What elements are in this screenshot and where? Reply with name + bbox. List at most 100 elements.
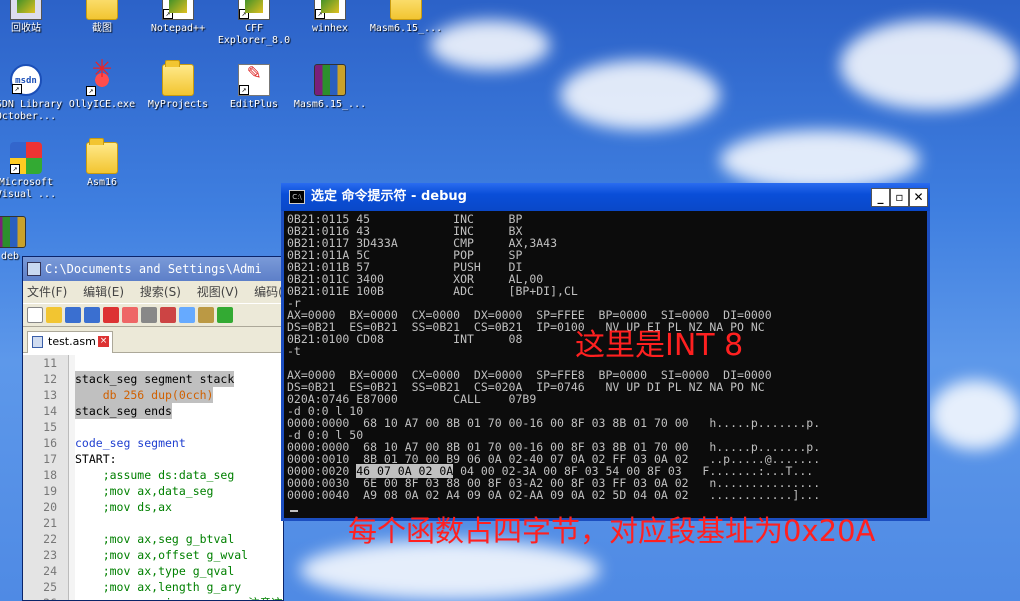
cff-explorer-icon: ↗ [238, 0, 270, 20]
folder-icon [162, 60, 194, 96]
desktop-icon-visual-studio[interactable]: ↗ Microsoft Visual ... [0, 142, 68, 201]
code-text: ;mov ax,type g_qval [75, 564, 235, 578]
menu-edit[interactable]: 编辑(E) [83, 285, 124, 299]
notepad-titlebar[interactable]: C:\Documents and Settings\Admi [23, 257, 283, 281]
code-text: ;mov ax,length g_ary [75, 580, 242, 594]
console-output[interactable]: 0B21:0115 45 INC BP 0B21:0116 43 INC BX 0B… [287, 213, 927, 518]
code-line[interactable]: 22 ;mov ax,seg g_btval [23, 531, 283, 547]
icon-label: winhex [311, 23, 349, 34]
icon-label: Notepad++ [150, 23, 206, 34]
line-number: 25 [43, 580, 57, 594]
code-text: code_seg segment [75, 436, 186, 450]
line-number: 23 [43, 548, 57, 562]
menu-file[interactable]: 文件(F) [27, 285, 67, 299]
notepad-tabbar: test.asm × [23, 327, 283, 353]
desktop-icon-screenshots[interactable]: 截图 [60, 0, 144, 35]
code-line[interactable]: 12 stack_seg segment stack [23, 371, 283, 387]
console-titlebar[interactable]: C:\ 选定 命令提示符 - debug _ ▫ ✕ [281, 183, 930, 211]
code-line[interactable]: 11 [23, 355, 283, 371]
line-number: 16 [43, 436, 57, 450]
console-line: -t [287, 344, 301, 358]
menu-view[interactable]: 视图(V) [197, 285, 239, 299]
code-text: ;mov ax,size g_ary ;注意这里的语法是 size 而不是 le… [75, 595, 283, 600]
folder-icon [86, 0, 118, 20]
code-line[interactable]: 20 ;mov ds,ax [23, 499, 283, 515]
line-number: 21 [43, 516, 57, 530]
menu-encoding[interactable]: 编码(N [254, 285, 283, 299]
cut-icon[interactable] [160, 307, 176, 323]
close-file-icon[interactable] [103, 307, 119, 323]
winhex-icon: ↗ [314, 0, 346, 20]
notepad-menubar: 文件(F) 编辑(E) 搜索(S) 视图(V) 编码(N [23, 281, 283, 303]
cloud [720, 130, 920, 190]
paste-icon[interactable] [198, 307, 214, 323]
visual-studio-icon: ↗ [10, 142, 42, 174]
desktop-icon-asm16[interactable]: Asm16 [60, 138, 144, 189]
folder-icon [86, 138, 118, 174]
code-line[interactable]: 24 ;mov ax,type g_qval [23, 563, 283, 579]
desktop-icon-editplus[interactable]: ↗ EditPlus [212, 64, 296, 111]
code-text: stack_seg segment stack [75, 371, 235, 387]
folder-icon [390, 0, 422, 20]
icon-label: Asm16 [86, 177, 118, 188]
console-line: 0000:0040 A9 08 0A 02 A4 09 0A 02-AA 09 … [287, 488, 821, 502]
winrar-icon [0, 216, 26, 248]
minimize-button[interactable]: _ [871, 188, 890, 207]
copy-icon[interactable] [179, 307, 195, 323]
desktop-icon-winhex[interactable]: ↗ winhex [288, 0, 372, 35]
code-text: ;mov ds,ax [75, 500, 172, 514]
line-number: 26 [23, 595, 57, 600]
line-number: 11 [43, 356, 57, 370]
desktop-icon-myprojects[interactable]: MyProjects [136, 60, 220, 111]
desktop-icon-msdn[interactable]: ↗ MSDN Library October... [0, 64, 68, 123]
icon-label: MyProjects [147, 99, 209, 110]
console-cursor [290, 510, 298, 512]
notepad-window[interactable]: C:\Documents and Settings\Admi 文件(F) 编辑(… [22, 256, 284, 601]
code-line[interactable]: 23 ;mov ax,offset g_wval [23, 547, 283, 563]
desktop-icon-masm-folder[interactable]: Masm6.15_... [364, 0, 448, 35]
code-line[interactable]: 15 [23, 419, 283, 435]
maximize-button[interactable]: ▫ [890, 188, 909, 207]
icon-label: 截图 [92, 23, 112, 34]
code-line[interactable]: 21 [23, 515, 283, 531]
icon-label: Microsoft Visual ... [0, 177, 57, 200]
code-line[interactable]: 18 ;assume ds:data_seg [23, 467, 283, 483]
menu-search[interactable]: 搜索(S) [140, 285, 181, 299]
annotation-int8: 这里是INT 8 [575, 328, 744, 363]
close-all-icon[interactable] [122, 307, 138, 323]
console-line: 0B21:011E 100B ADC [BP+DI],CL [287, 284, 578, 298]
desktop-icon-recycle-bin[interactable]: 回收站 [0, 0, 68, 35]
code-line[interactable]: 19 ;mov ax,data_seg [23, 483, 283, 499]
line-number: 18 [43, 468, 57, 482]
line-number: 13 [43, 388, 57, 402]
cloud [430, 20, 550, 70]
tab-test-asm[interactable]: test.asm × [27, 331, 113, 353]
desktop-icon-notepadpp[interactable]: ↗ Notepad++ [136, 0, 220, 35]
code-editor[interactable]: 11 12 stack_seg segment stack 13 db 256 dup… [23, 355, 283, 600]
code-line[interactable]: 25 ;mov ax,length g_ary [23, 579, 283, 595]
code-line[interactable]: 13 db 256 dup(0cch) [23, 387, 283, 403]
ollyice-icon: ↗ [86, 60, 118, 96]
code-line[interactable]: 26 ;mov ax,size g_ary ;注意这里的语法是 size 而不是… [23, 595, 283, 600]
code-text: stack_seg ends [75, 403, 172, 419]
code-text: ;assume ds:data_seg [75, 468, 235, 482]
code-line[interactable]: 14 stack_seg ends [23, 403, 283, 419]
open-file-icon[interactable] [46, 307, 62, 323]
winrar-icon [314, 64, 346, 96]
code-text: ;mov ax,data_seg [75, 484, 214, 498]
desktop-icon-masm-rar[interactable]: Masm6.15_... [288, 64, 372, 111]
new-file-icon[interactable] [27, 307, 43, 323]
desktop-icon-ollyice[interactable]: ↗ OllyICE.exe [60, 60, 144, 111]
line-number: 12 [43, 372, 57, 386]
icon-label: Masm6.15_... [293, 99, 367, 110]
print-icon[interactable] [141, 307, 157, 323]
tab-close-icon[interactable]: × [98, 336, 109, 347]
code-line[interactable]: 17 START: [23, 451, 283, 467]
save-icon[interactable] [65, 307, 81, 323]
undo-icon[interactable] [217, 307, 233, 323]
desktop-icon-cff-explorer[interactable]: ↗ CFF Explorer_8.0 [212, 0, 296, 47]
editplus-icon: ↗ [238, 64, 270, 96]
close-button[interactable]: ✕ [909, 188, 928, 207]
save-all-icon[interactable] [84, 307, 100, 323]
code-line[interactable]: 16 code_seg segment [23, 435, 283, 451]
